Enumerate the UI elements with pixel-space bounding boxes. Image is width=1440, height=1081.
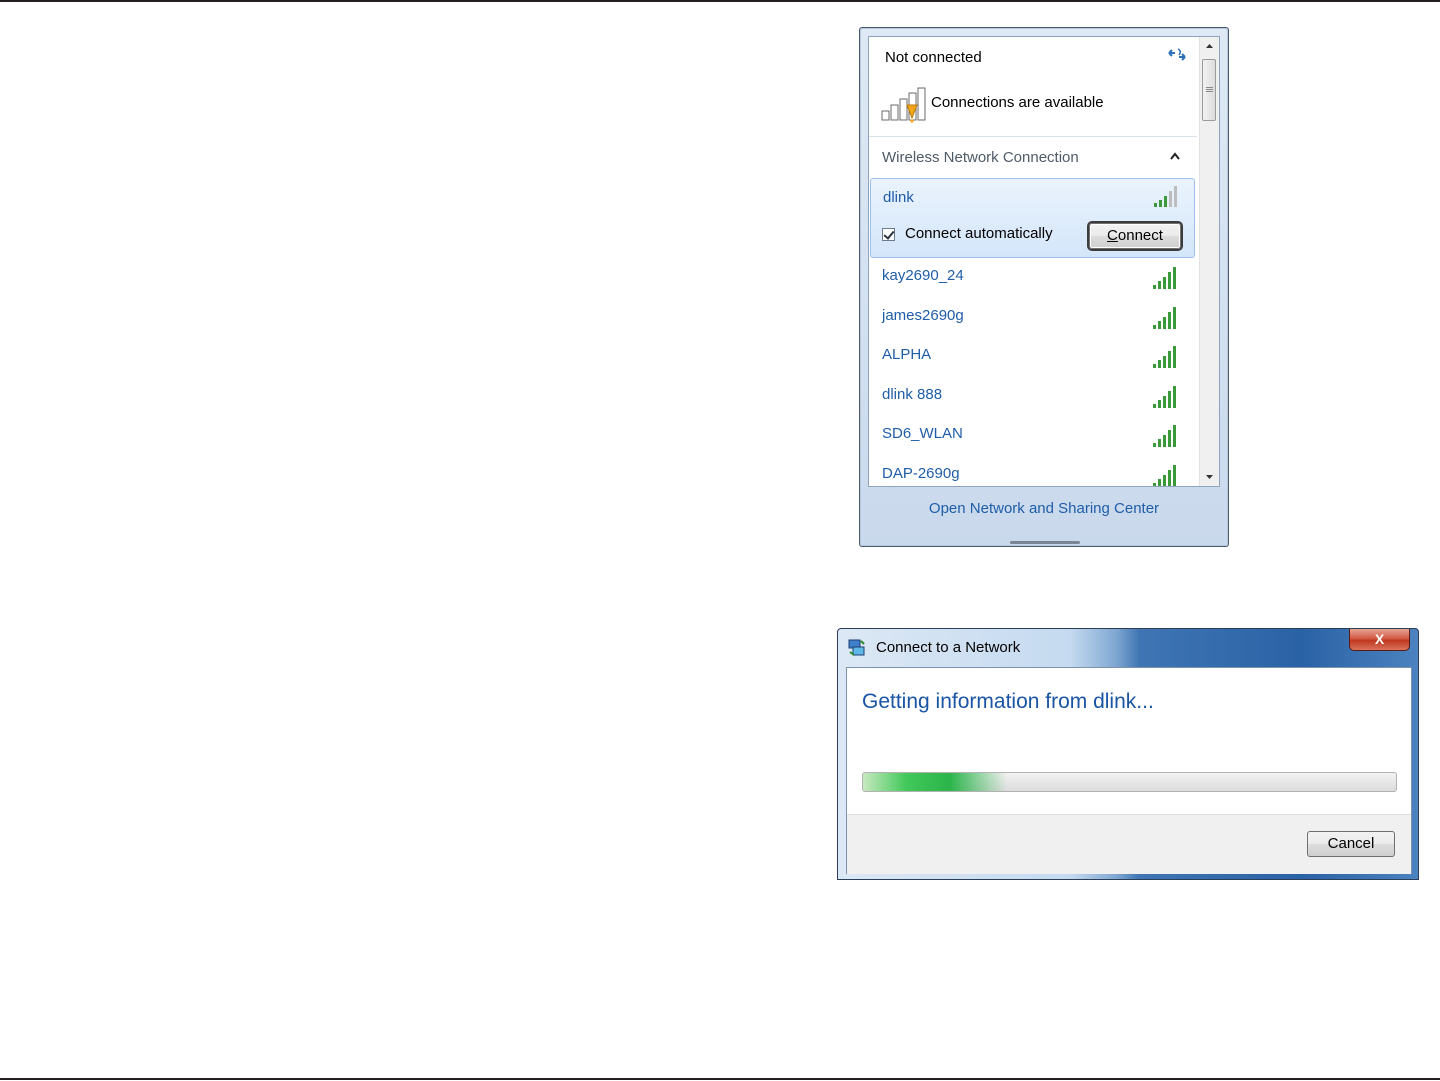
chevron-up-icon[interactable] (1169, 151, 1181, 161)
network-name: james2690g (882, 307, 964, 324)
network-item[interactable]: DAP-2690g (869, 456, 1197, 486)
network-item[interactable]: dlink 888 (869, 377, 1197, 416)
signal-strength-icon (1153, 267, 1176, 289)
progress-bar (862, 772, 1397, 792)
connect-automatically-checkbox[interactable] (882, 228, 895, 241)
signal-strength-icon (1153, 386, 1176, 408)
dialog-heading: Getting information from dlink... (862, 690, 1154, 713)
network-name: kay2690_24 (882, 267, 964, 284)
scrollbar[interactable] (1199, 37, 1219, 486)
scroll-down-icon[interactable] (1200, 468, 1219, 486)
connect-button-rest: onnect (1117, 227, 1163, 244)
network-name: dlink (883, 189, 914, 206)
dialog-body: Getting information from dlink... Cancel (846, 667, 1412, 874)
network-name: dlink 888 (882, 386, 943, 403)
wifi-available-icon (881, 87, 926, 123)
network-item[interactable]: ALPHA (869, 337, 1197, 376)
cancel-button[interactable]: Cancel (1307, 831, 1395, 857)
dialog-footer: Cancel (847, 814, 1411, 874)
scroll-up-icon[interactable] (1200, 37, 1219, 55)
signal-strength-icon (1153, 465, 1176, 486)
refresh-icon[interactable] (1166, 45, 1188, 65)
connection-status-title: Not connected (885, 49, 982, 66)
network-item-selected[interactable]: dlink Connect automatically Connect (870, 178, 1195, 258)
network-name: ALPHA (882, 346, 932, 363)
network-item[interactable]: kay2690_24 (869, 258, 1197, 297)
signal-strength-icon (1153, 307, 1176, 329)
network-name: DAP-2690g (882, 465, 960, 482)
network-item[interactable]: SD6_WLAN (869, 416, 1197, 455)
network-icon (848, 639, 865, 656)
divider (869, 136, 1197, 137)
page-bottom-rule (0, 1078, 1440, 1080)
connect-dialog: Connect to a Network X Getting informati… (837, 628, 1419, 880)
scroll-thumb[interactable] (1202, 59, 1216, 121)
grip-icon (1206, 87, 1213, 88)
open-network-sharing-link[interactable]: Open Network and Sharing Center (860, 500, 1228, 517)
connect-button-mnemonic: C (1107, 227, 1118, 244)
dialog-title: Connect to a Network (876, 639, 1021, 656)
connect-automatically-label[interactable]: Connect automatically (905, 225, 1053, 242)
connect-button[interactable]: Connect (1089, 223, 1181, 249)
network-item[interactable]: james2690g (869, 298, 1197, 337)
flyout-edge-shadow (1010, 541, 1080, 544)
network-name: SD6_WLAN (882, 425, 963, 442)
progress-fill (863, 773, 1007, 791)
connection-status-subtitle: Connections are available (931, 94, 1104, 111)
wireless-section-title[interactable]: Wireless Network Connection (882, 149, 1079, 166)
signal-strength-icon (1153, 346, 1176, 368)
network-flyout: Not connected Connections are available … (859, 27, 1229, 547)
page-top-rule (0, 0, 1440, 2)
signal-strength-icon (1153, 425, 1176, 447)
flyout-content: Not connected Connections are available … (868, 36, 1220, 487)
signal-strength-icon (1154, 186, 1177, 207)
close-button[interactable]: X (1349, 629, 1410, 651)
